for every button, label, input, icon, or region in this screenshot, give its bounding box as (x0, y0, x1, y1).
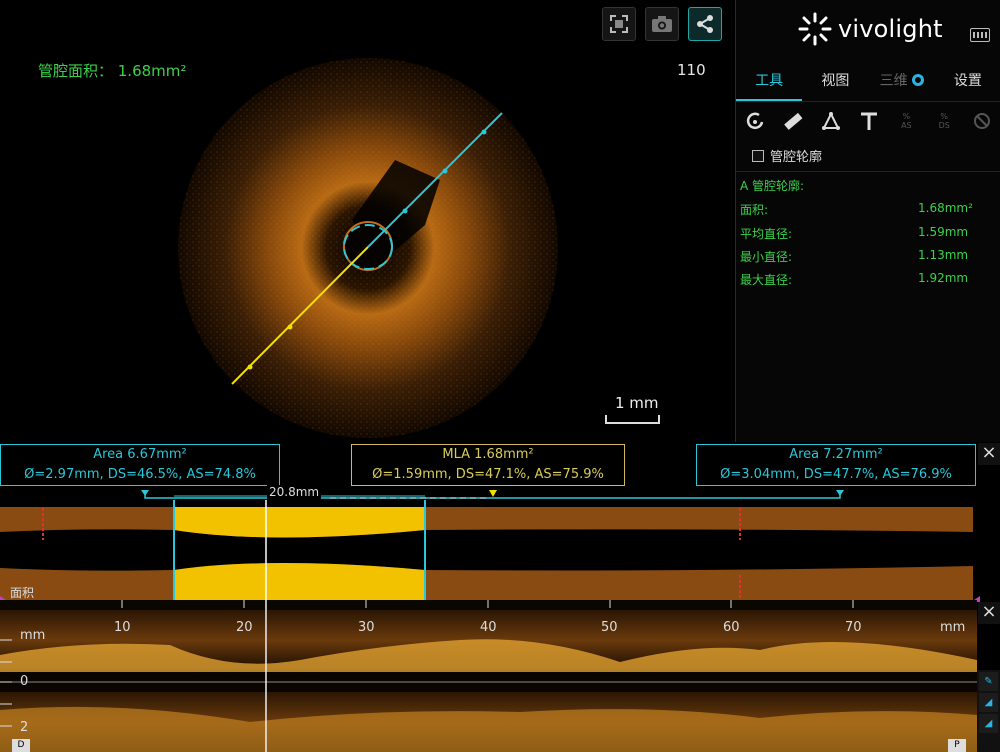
metric-row-max-diameter: 最大直径: 1.92mm (740, 271, 992, 288)
tab-tools-label: 工具 (755, 73, 784, 89)
metric-value: 1.92mm (918, 271, 969, 285)
right-sidebar: vivolight 工具 视图 三维 设置 % AS % DS 管腔轮廓 A 管… (735, 0, 1000, 442)
annotation-stats: Ø=3.04mm, DS=47.7%, AS=76.9% (720, 467, 952, 482)
annotation-area: MLA 1.68mm² (442, 447, 534, 462)
ds-percent-icon: % DS (938, 112, 950, 130)
axis-tick-label: 70 (845, 620, 862, 635)
stenosis-segment-top (174, 507, 425, 538)
metric-label: 平均直径: (740, 227, 793, 241)
marker-icon: ◢ (984, 697, 993, 708)
metric-label: 面积: (740, 203, 769, 217)
proximal-tag: P (948, 739, 966, 752)
tab-settings[interactable]: 设置 (935, 62, 1000, 101)
tab-3d[interactable]: 三维 (869, 62, 935, 101)
longitudinal-toolstrip: ✎ ◢ ◢ (977, 670, 1000, 752)
metric-value: 1.59mm (918, 225, 969, 239)
lumen-area-readout: 管腔面积： 1.68mm² (38, 62, 187, 80)
close-icon: × (981, 601, 997, 622)
metric-label: 最小直径: (740, 250, 793, 264)
metric-row-mean-diameter: 平均直径: 1.59mm (740, 225, 992, 242)
delete-icon (974, 113, 991, 129)
toggle-indicator-icon (911, 74, 924, 86)
angle-tool[interactable] (812, 103, 850, 139)
vivolight-logo-icon (798, 12, 832, 46)
pin-icon: ✎ (984, 676, 993, 687)
lumen-contour-icon (746, 112, 764, 130)
fullscreen-button[interactable] (602, 7, 636, 41)
text-icon (860, 112, 877, 130)
axis-tick-label: 10 (114, 620, 131, 635)
distal-tag: D (12, 739, 30, 752)
brand-logo: vivolight (798, 12, 943, 46)
marker-alt-icon: ◢ (984, 718, 993, 729)
angle-icon (821, 111, 840, 130)
keyboard-icon[interactable] (970, 28, 990, 42)
stenosis-segment-bottom (174, 563, 425, 602)
metric-row-area: 面积: 1.68mm² (740, 201, 992, 218)
metric-row-min-diameter: 最小直径: 1.13mm (740, 248, 992, 265)
metrics-title: A 管腔轮廓: (740, 179, 805, 193)
lumen-area-profile[interactable] (0, 490, 1000, 602)
text-tool[interactable] (850, 103, 888, 139)
as-percent-tool[interactable]: % AS (887, 103, 925, 139)
metric-value: 1.13mm (918, 248, 969, 262)
unit-label-right: mm (940, 620, 966, 635)
delete-tool[interactable] (963, 103, 1000, 139)
tab-settings-label: 设置 (953, 73, 982, 89)
unit-label-left: mm (20, 628, 46, 643)
measurement-length: 20.8mm (267, 485, 322, 499)
tab-tools[interactable]: 工具 (736, 62, 803, 101)
mla-annotation[interactable]: MLA 1.68mm² Ø=1.59mm, DS=47.1%, AS=75.9% (351, 444, 625, 486)
annotation-stats: Ø=2.97mm, DS=46.5%, AS=74.8% (24, 467, 256, 482)
checkbox-box[interactable] (752, 149, 764, 162)
axis-tick-label: 40 (480, 620, 497, 635)
snapshot-button[interactable] (645, 7, 679, 41)
annotation-area: Area 7.27mm² (789, 447, 883, 462)
reference-annotation-left[interactable]: Area 6.67mm² Ø=2.97mm, DS=46.5%, AS=74.8… (0, 444, 280, 486)
scale-bar-label: 1 mm (615, 394, 659, 412)
annotation-stats: Ø=1.59mm, DS=47.1%, AS=75.9% (372, 467, 604, 482)
tab-view[interactable]: 视图 (802, 62, 868, 101)
checkbox-label: 管腔轮廓 (770, 150, 823, 165)
lumen-contour-checkbox[interactable]: 管腔轮廓 (752, 146, 822, 165)
vessel-wall-upper (0, 639, 977, 672)
axis-tick-label: 50 (601, 620, 618, 635)
fullscreen-icon (610, 15, 628, 33)
as-percent-icon: % AS (901, 112, 912, 130)
metric-label: 最大直径: (740, 273, 793, 287)
axis-tick-label: 60 (723, 620, 740, 635)
axis-tick-label: 30 (358, 620, 375, 635)
metric-value: 1.68mm² (918, 201, 973, 215)
close-icon: × (981, 442, 997, 463)
axis-tick-label: 20 (236, 620, 253, 635)
camera-icon (652, 16, 672, 32)
close-longitudinal-button[interactable]: × (978, 602, 1000, 624)
share-icon (697, 15, 713, 33)
close-annotations-button[interactable]: × (978, 443, 1000, 465)
depth-label: 2 (20, 720, 29, 735)
mla-marker[interactable] (489, 490, 497, 497)
reference-annotation-right[interactable]: Area 7.27mm² Ø=3.04mm, DS=47.7%, AS=76.9… (696, 444, 976, 486)
depth-label: 0 (20, 674, 29, 689)
marker-button[interactable]: ◢ (979, 693, 998, 712)
sidebar-tabs: 工具 视图 三维 设置 (736, 62, 1000, 102)
brand-name: vivolight (838, 15, 943, 43)
ruler-tool[interactable] (774, 103, 812, 139)
frame-number: 110 (677, 61, 706, 79)
ds-percent-tool[interactable]: % DS (925, 103, 963, 139)
tab-view-label: 视图 (821, 73, 850, 89)
scale-bar (605, 415, 660, 424)
lumen-contour-tool[interactable] (736, 103, 774, 139)
profile-side-label: 面积 (10, 586, 35, 600)
measurement-toolbar: % AS % DS (736, 103, 1000, 139)
divider (736, 171, 1000, 172)
pin-button[interactable]: ✎ (979, 672, 998, 691)
tab-3d-label: 三维 (879, 73, 908, 89)
ruler-icon (783, 112, 803, 130)
vessel-wall-lower (0, 706, 977, 752)
oct-cross-section-panel[interactable]: 管腔面积： 1.68mm² 110 1 mm (0, 0, 735, 442)
annotation-area: Area 6.67mm² (93, 447, 187, 462)
marker-alt-button[interactable]: ◢ (979, 714, 998, 733)
share-button[interactable] (688, 7, 722, 41)
